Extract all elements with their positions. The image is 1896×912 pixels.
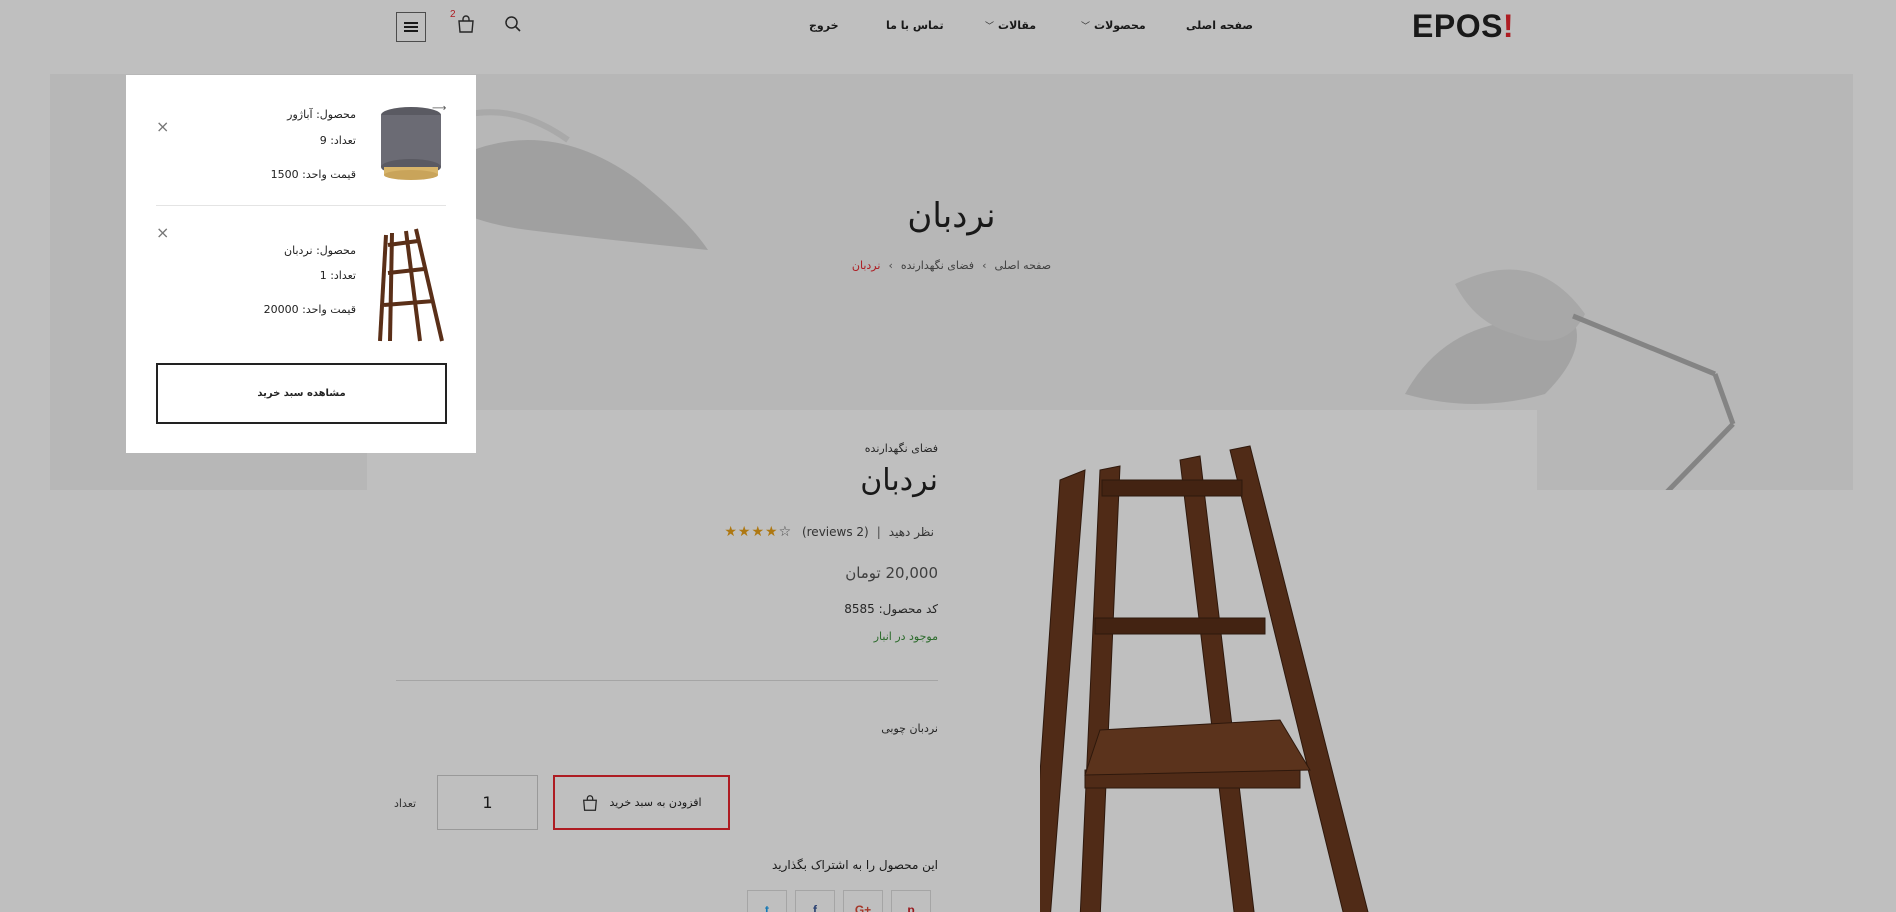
cart-item-product: محصول: نردبان — [284, 244, 356, 257]
cart-item-price: قیمت واحد: 20000 — [263, 303, 356, 316]
mini-cart-panel: ⟶ × محصول: آباژور تعداد: 9 قیمت واحد: 15… — [126, 75, 476, 453]
cart-item: × محصول: نردبان تعداد: 1 قیمت واحد: 2000… — [156, 225, 446, 345]
view-cart-button[interactable]: مشاهده سبد خرید — [156, 363, 447, 424]
cart-item: × محصول: آباژور تعداد: 9 قیمت واحد: 1500 — [156, 105, 446, 205]
close-icon[interactable]: × — [156, 119, 169, 135]
cart-item-qty: تعداد: 9 — [319, 134, 356, 147]
cart-item-product: محصول: آباژور — [287, 108, 356, 121]
product-thumbnail — [381, 107, 441, 180]
divider — [156, 205, 446, 206]
cart-item-price: قیمت واحد: 1500 — [270, 168, 356, 181]
cart-item-details: محصول: نردبان تعداد: 1 قیمت واحد: 20000 — [176, 225, 356, 335]
close-icon[interactable]: × — [156, 225, 169, 241]
cart-item-details: محصول: آباژور تعداد: 9 قیمت واحد: 1500 — [176, 105, 356, 195]
cart-item-qty: تعداد: 1 — [319, 269, 356, 282]
product-thumbnail — [378, 228, 444, 342]
